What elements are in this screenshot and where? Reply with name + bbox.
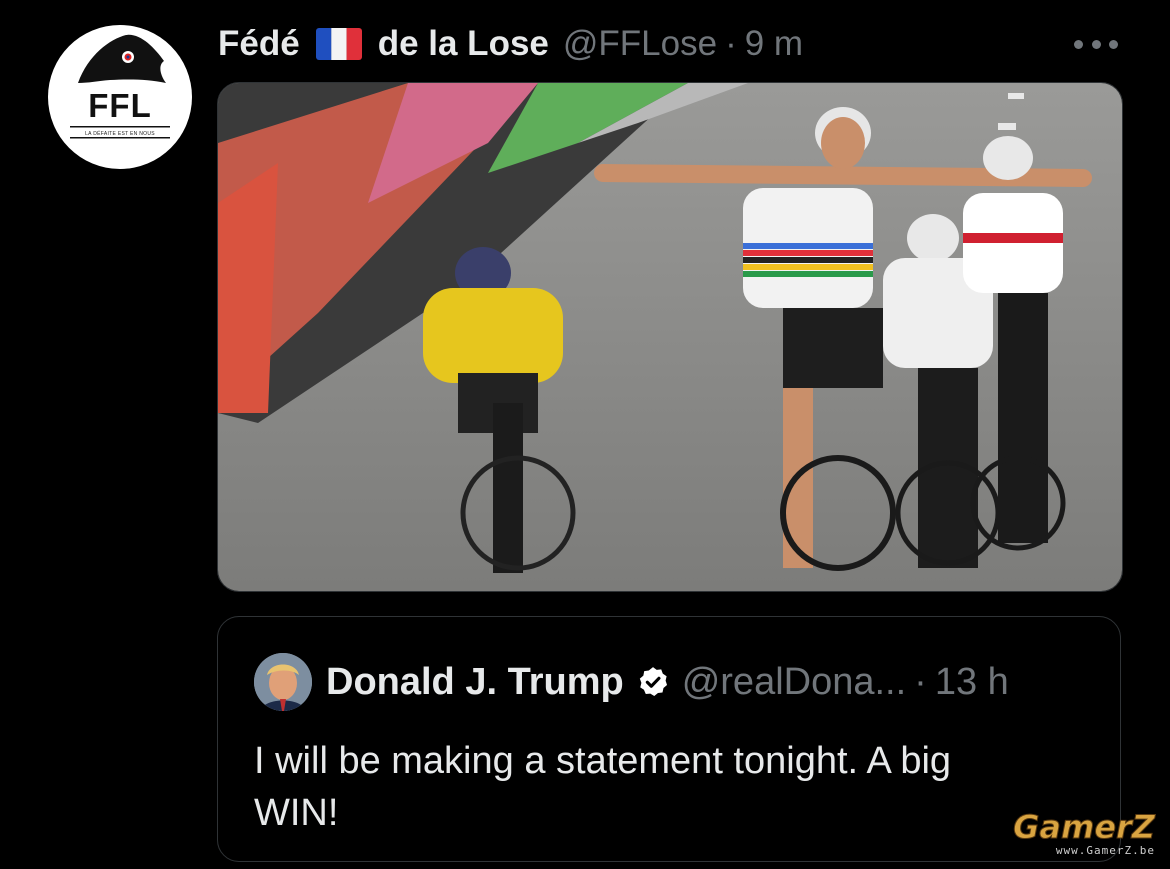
author-handle[interactable]: @FFLose xyxy=(563,24,717,64)
header-separator: · xyxy=(725,24,737,63)
watermark: GamerZ www.GamerZ.be xyxy=(985,808,1156,866)
verified-badge-icon xyxy=(639,667,667,697)
avatar-abbreviation: FFL xyxy=(88,87,152,124)
tweet-time[interactable]: 9 m xyxy=(745,24,803,64)
more-options-icon[interactable] xyxy=(1074,34,1118,54)
quoted-text-line2: WIN! xyxy=(254,792,339,834)
avatar-motto: LA DÉFAITE EST EN NOUS xyxy=(85,131,155,137)
quoted-author-name[interactable]: Donald J. Trump xyxy=(326,661,624,704)
watermark-url: www.GamerZ.be xyxy=(1055,844,1155,857)
author-name-part1[interactable]: Fédé xyxy=(218,24,300,64)
author-name-part2[interactable]: de la Lose xyxy=(378,24,549,64)
quoted-tweet-time[interactable]: 13 h xyxy=(935,661,1009,704)
watermark-logo: GamerZ xyxy=(1013,808,1156,846)
quoted-author-avatar[interactable] xyxy=(254,653,312,711)
avatar[interactable]: FFL LA DÉFAITE EST EN NOUS xyxy=(48,25,192,169)
quoted-tweet-header: Donald J. Trump @realDona... · 13 h xyxy=(326,657,1086,707)
quoted-header-separator: · xyxy=(914,660,927,703)
quoted-text-line1: I will be making a statement tonight. A … xyxy=(254,740,952,782)
tweet-header: Fédé de la Lose @FFLose · 9 m xyxy=(218,22,1118,66)
tweet-media-photo[interactable] xyxy=(217,82,1123,592)
quoted-tweet-text: I will be making a statement tonight. A … xyxy=(254,735,1094,839)
france-flag-icon xyxy=(315,28,362,60)
quoted-author-handle[interactable]: @realDona... xyxy=(682,661,906,704)
